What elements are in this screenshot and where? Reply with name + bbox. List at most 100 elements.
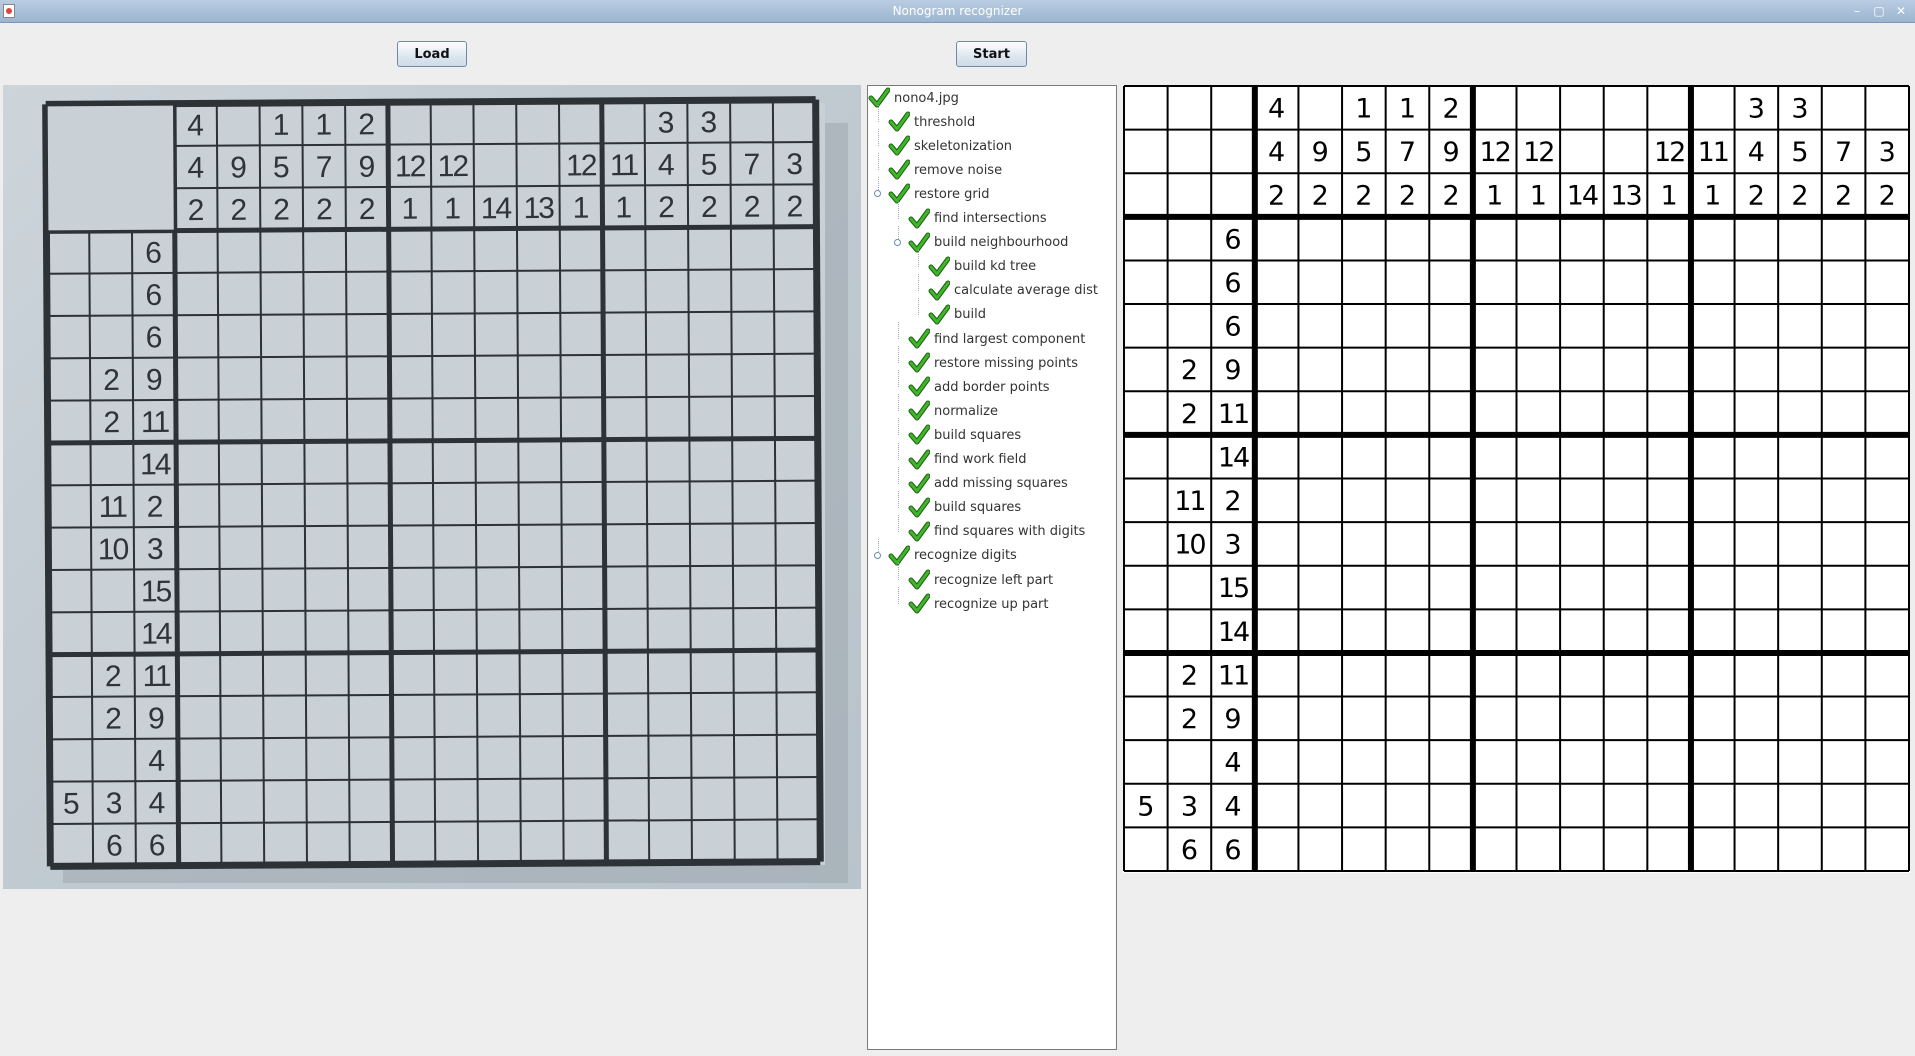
grid-hline (45, 96, 816, 108)
column-clue: 4 (658, 149, 675, 182)
tree-item-label: calculate average dist (954, 283, 1099, 299)
tree-item[interactable]: build (928, 304, 986, 326)
column-clue: 2 (316, 193, 333, 226)
column-clue: 2 (358, 108, 375, 141)
tree-connector (878, 105, 879, 123)
processing-steps-tree[interactable]: nono4.jpg threshold skeletonization remove … (867, 85, 1117, 1050)
tree-item[interactable]: build kd tree (928, 256, 1036, 278)
tree-connector (918, 249, 919, 267)
row-clue: 14 (1218, 442, 1249, 473)
column-clue: 12 (566, 149, 597, 182)
column-clue: 2 (188, 194, 205, 227)
column-clue: 2 (786, 190, 803, 223)
column-clue: 1 (1486, 181, 1503, 212)
tree-expand-handle[interactable] (874, 551, 881, 559)
tree-connector (898, 370, 899, 388)
column-clue: 1 (273, 109, 290, 142)
column-clue: 2 (1835, 181, 1852, 212)
tree-item-label: build kd tree (954, 259, 1037, 275)
column-clue: 2 (658, 191, 675, 224)
tree-item[interactable]: add missing squares (908, 473, 1068, 495)
column-clue: 14 (1567, 181, 1598, 212)
tree-item[interactable]: skeletonization (888, 135, 1012, 157)
maximize-icon[interactable]: ▢ (1870, 3, 1888, 19)
checkmark-icon (908, 569, 930, 590)
checkmark-icon (868, 87, 890, 108)
tree-connector (898, 514, 899, 532)
row-clue: 9 (1224, 355, 1241, 386)
column-clue: 7 (743, 148, 760, 181)
tree-item-label: restore grid (914, 186, 990, 202)
tree-item[interactable]: find intersections (908, 208, 1047, 230)
tree-item-label: remove noise (914, 162, 1003, 178)
column-clue: 12 (395, 150, 426, 183)
row-clue: 11 (1218, 660, 1248, 691)
column-clue: 1 (1661, 181, 1678, 212)
tree-item[interactable]: build neighbourhood (908, 232, 1068, 254)
tree-item[interactable]: find largest component (908, 328, 1085, 350)
source-photo-canvas: 44292152172292121121 14 131211113423527232… (42, 96, 848, 883)
column-clue: 2 (359, 193, 376, 226)
close-icon[interactable]: ✕ (1892, 3, 1910, 19)
checkmark-icon (928, 256, 950, 277)
tree-item[interactable]: find work field (908, 449, 1026, 471)
row-clue: 6 (145, 279, 162, 312)
column-clue: 5 (701, 149, 718, 182)
checkmark-icon (908, 400, 930, 421)
tree-item[interactable]: add border points (908, 376, 1050, 398)
tree-item-label: find largest component (934, 331, 1086, 347)
tree-connector (898, 466, 899, 484)
checkmark-icon (908, 521, 930, 542)
column-clue: 4 (187, 152, 204, 185)
tree-item[interactable]: recognize left part (908, 569, 1053, 591)
tree-item[interactable]: nono4.jpg (868, 87, 959, 109)
column-clue: 9 (230, 151, 247, 184)
column-clue: 12 (438, 150, 469, 183)
tree-item[interactable]: build squares (908, 497, 1021, 519)
tree-item[interactable]: calculate average dist (928, 280, 1098, 302)
tree-item[interactable]: build squares (908, 424, 1021, 446)
tree-item[interactable]: find squares with digits (908, 521, 1085, 543)
row-clue: 2 (1181, 399, 1198, 430)
tree-item[interactable]: restore missing points (908, 352, 1078, 374)
load-button[interactable]: Load (397, 41, 467, 67)
tree-item[interactable]: restore grid (888, 183, 990, 205)
column-clue: 12 (1480, 137, 1510, 168)
row-clue: 2 (1181, 355, 1198, 386)
tree-connector (918, 297, 919, 315)
column-clue: 3 (1791, 94, 1808, 125)
tree-item[interactable]: threshold (888, 111, 975, 133)
tree-connector (898, 322, 899, 339)
row-clue: 5 (63, 787, 80, 820)
column-clue: 3 (700, 106, 717, 139)
row-clue: 14 (140, 448, 171, 481)
row-clue: 3 (1224, 530, 1241, 561)
tree-item[interactable]: recognize digits (888, 545, 1017, 567)
column-clue: 14 (481, 192, 512, 225)
tree-item-label: recognize digits (914, 548, 1017, 564)
start-button[interactable]: Start (956, 41, 1027, 67)
column-clue: 1 (444, 192, 461, 225)
row-clue: 2 (105, 703, 122, 736)
tree-item-label: add missing squares (934, 476, 1068, 492)
checkmark-icon (928, 280, 950, 301)
tree-connector (898, 418, 899, 436)
checkmark-icon (908, 497, 930, 518)
window-title: Nonogram recognizer (892, 4, 1023, 18)
tree-expand-handle[interactable] (894, 238, 901, 246)
tree-item[interactable]: recognize up part (908, 593, 1049, 615)
minimize-icon[interactable]: – (1848, 3, 1866, 19)
column-clue: 7 (1835, 137, 1852, 168)
row-clue: 4 (1224, 791, 1241, 822)
tree-item[interactable]: remove noise (888, 159, 1002, 181)
tree-item[interactable]: normalize (908, 400, 998, 422)
row-clue: 6 (1224, 312, 1241, 343)
row-clue: 3 (106, 787, 123, 820)
checkmark-icon (888, 545, 910, 566)
tree-expand-handle[interactable] (874, 190, 881, 198)
column-clue: 4 (187, 109, 204, 142)
row-clue: 11 (99, 491, 128, 524)
column-clue: 2 (1791, 181, 1808, 212)
tree-item-label: build neighbourhood (934, 235, 1069, 251)
checkmark-icon (908, 449, 930, 469)
